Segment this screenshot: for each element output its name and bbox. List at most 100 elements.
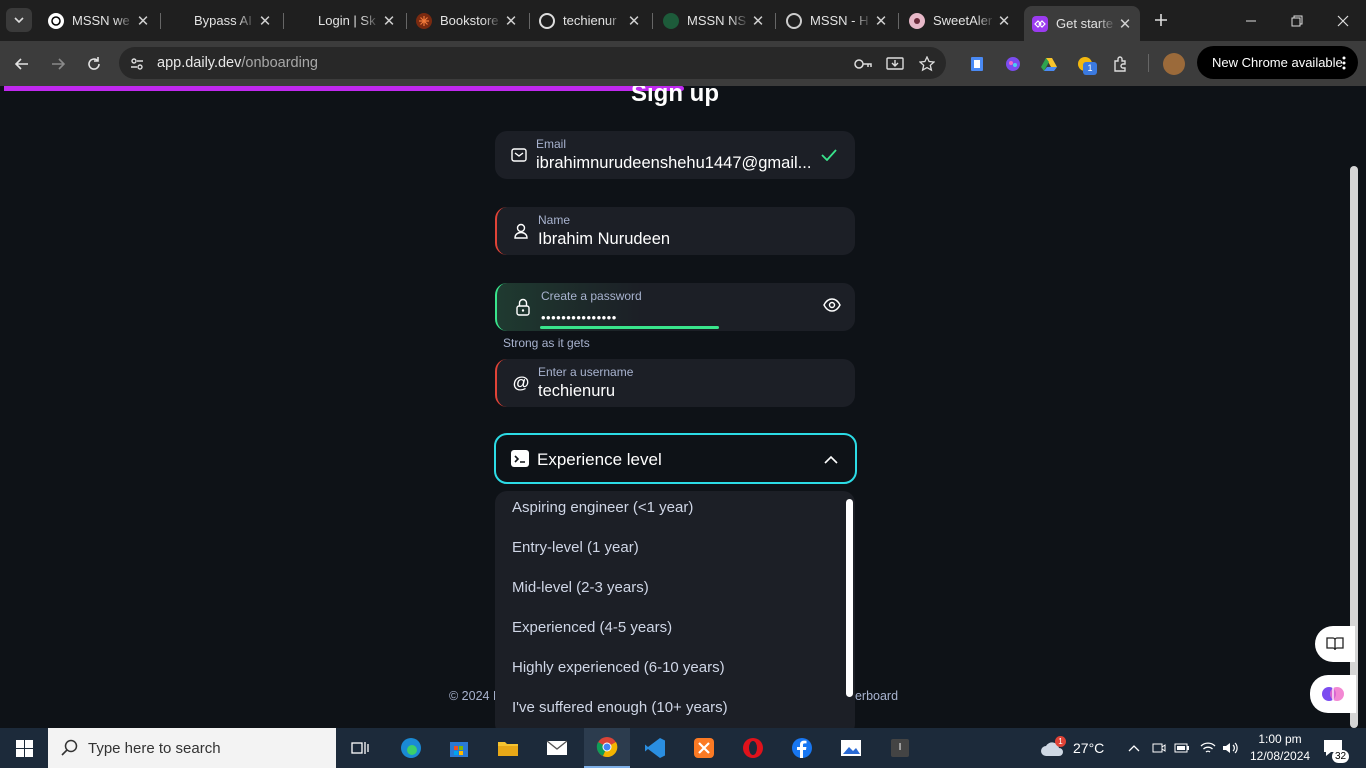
site-settings-icon[interactable] xyxy=(126,53,148,75)
new-chrome-label: New Chrome available xyxy=(1212,55,1343,70)
extension-coin-icon[interactable]: 1 xyxy=(1074,53,1097,75)
close-window-button[interactable] xyxy=(1320,0,1366,41)
page-content: Sign up Email ibrahimnurudeenshehu1447@g… xyxy=(0,86,1366,728)
password-key-icon[interactable] xyxy=(852,53,874,75)
terminal-icon xyxy=(511,450,529,467)
file-explorer-icon[interactable] xyxy=(485,728,531,768)
show-hidden-icons-button[interactable] xyxy=(1128,728,1140,768)
page-title: Sign up xyxy=(631,86,719,107)
book-open-icon xyxy=(1326,637,1344,651)
more-vert-icon xyxy=(1342,56,1346,70)
globe-icon xyxy=(786,12,802,29)
new-tab-button[interactable] xyxy=(1150,9,1172,31)
tab-mssn-we[interactable]: MSSN we ✕ xyxy=(40,6,158,35)
tab-github-techienuru[interactable]: techienur ✕ xyxy=(531,6,649,35)
xampp-icon[interactable] xyxy=(681,728,727,768)
tab-bookstore[interactable]: Bookstore ✕ xyxy=(408,6,526,35)
photos-icon[interactable] xyxy=(828,728,874,768)
experience-option[interactable]: Highly experienced (6-10 years) xyxy=(512,659,725,676)
reload-button[interactable] xyxy=(82,52,106,76)
volume-icon[interactable] xyxy=(1222,728,1240,768)
close-tab-icon[interactable]: ✕ xyxy=(380,12,398,30)
extension-badge: 1 xyxy=(1083,62,1097,75)
meet-now-icon[interactable] xyxy=(1152,728,1166,768)
experience-option[interactable]: Experienced (4-5 years) xyxy=(512,619,672,636)
close-tab-icon[interactable]: ✕ xyxy=(1116,15,1134,33)
microsoft-store-icon[interactable] xyxy=(436,728,482,768)
username-field[interactable]: @ Enter a username techienuru xyxy=(495,359,855,407)
windows-logo-icon xyxy=(15,739,33,757)
close-tab-icon[interactable]: ✕ xyxy=(134,12,152,30)
reader-mode-button[interactable] xyxy=(1315,626,1355,662)
experience-option[interactable]: I've suffered enough (10+ years) xyxy=(512,699,728,716)
battery-icon[interactable] xyxy=(1174,728,1190,768)
taskbar-search-box[interactable]: Type here to search xyxy=(48,728,336,768)
tab-sweetalert[interactable]: SweetAler ✕ xyxy=(901,6,1019,35)
chevron-down-icon xyxy=(14,17,24,24)
username-label: Enter a username xyxy=(538,365,634,379)
tab-get-started-active[interactable]: Get starte ✕ xyxy=(1024,6,1140,41)
start-button[interactable] xyxy=(0,728,48,768)
facebook-icon[interactable] xyxy=(779,728,825,768)
sweetalert-icon xyxy=(909,12,925,29)
chevron-up-icon xyxy=(1128,745,1140,752)
minimize-button[interactable] xyxy=(1228,0,1274,41)
app-icon[interactable]: I xyxy=(877,728,923,768)
extension-docs-icon[interactable] xyxy=(966,53,988,75)
task-view-icon[interactable] xyxy=(337,728,383,768)
close-tab-icon[interactable]: ✕ xyxy=(749,12,767,30)
email-field[interactable]: Email ibrahimnurudeenshehu1447@gmail... xyxy=(495,131,855,179)
check-icon xyxy=(821,149,837,161)
extension-brain-icon[interactable] xyxy=(1002,53,1024,75)
experience-level-select[interactable]: Experience level xyxy=(494,433,857,484)
footer-link[interactable]: derboard xyxy=(848,689,898,703)
mail-app-icon[interactable] xyxy=(534,728,580,768)
google-drive-icon[interactable] xyxy=(1038,53,1060,75)
weather-badge: 1 xyxy=(1055,736,1066,747)
taskbar-clock[interactable]: 1:00 pm 12/08/2024 xyxy=(1250,731,1310,765)
bookmark-star-icon[interactable] xyxy=(916,53,938,75)
name-value: Ibrahim Nurudeen xyxy=(538,230,671,248)
tab-search-button[interactable] xyxy=(6,8,32,32)
tab-login[interactable]: Login | Sk ✕ xyxy=(286,6,404,35)
name-field[interactable]: Name Ibrahim Nurudeen xyxy=(495,207,855,255)
arrow-left-icon xyxy=(14,58,28,70)
experience-option[interactable]: Mid-level (2-3 years) xyxy=(512,579,649,596)
close-tab-icon[interactable]: ✕ xyxy=(625,12,643,30)
password-field[interactable]: Create a password ••••••••••••••• xyxy=(495,283,855,331)
extensions-puzzle-icon[interactable] xyxy=(1110,53,1132,75)
close-tab-icon[interactable]: ✕ xyxy=(872,12,890,30)
experience-option[interactable]: Aspiring engineer (<1 year) xyxy=(512,499,693,516)
weather-widget[interactable]: 1 27°C xyxy=(1040,728,1104,768)
opera-icon[interactable] xyxy=(730,728,776,768)
lock-icon xyxy=(513,297,533,317)
experience-option[interactable]: Entry-level (1 year) xyxy=(512,539,639,556)
back-button[interactable] xyxy=(10,52,34,76)
notification-center-button[interactable]: 32 xyxy=(1323,728,1350,768)
edge-icon[interactable] xyxy=(388,728,434,768)
tab-bypass-ai[interactable]: Bypass AI ✕ xyxy=(162,6,280,35)
forward-button[interactable] xyxy=(46,52,70,76)
show-password-eye-icon[interactable] xyxy=(823,298,841,312)
vscode-icon[interactable] xyxy=(632,728,678,768)
tab-mssn-h[interactable]: MSSN - H ✕ xyxy=(778,6,896,35)
chrome-icon[interactable] xyxy=(584,728,630,768)
brain-icon xyxy=(1322,687,1344,701)
minimize-icon xyxy=(1246,20,1256,21)
reload-icon xyxy=(88,57,100,70)
username-value: techienuru xyxy=(538,382,616,400)
close-tab-icon[interactable]: ✕ xyxy=(995,12,1013,30)
tab-mssn-ns[interactable]: MSSN NS ✕ xyxy=(655,6,773,35)
profile-avatar[interactable] xyxy=(1163,53,1185,75)
experience-level-label: Experience level xyxy=(537,450,662,469)
url-path: /onboarding xyxy=(241,55,318,71)
install-app-icon[interactable] xyxy=(884,53,906,75)
restore-button[interactable] xyxy=(1274,0,1320,41)
close-tab-icon[interactable]: ✕ xyxy=(256,12,274,30)
dropdown-scrollbar[interactable] xyxy=(846,499,853,697)
new-chrome-available-button[interactable]: New Chrome available xyxy=(1197,46,1358,79)
url-host: app.daily.dev xyxy=(157,55,242,71)
ai-assistant-button[interactable] xyxy=(1310,675,1356,713)
close-tab-icon[interactable]: ✕ xyxy=(502,12,520,30)
wifi-icon[interactable] xyxy=(1200,728,1216,768)
